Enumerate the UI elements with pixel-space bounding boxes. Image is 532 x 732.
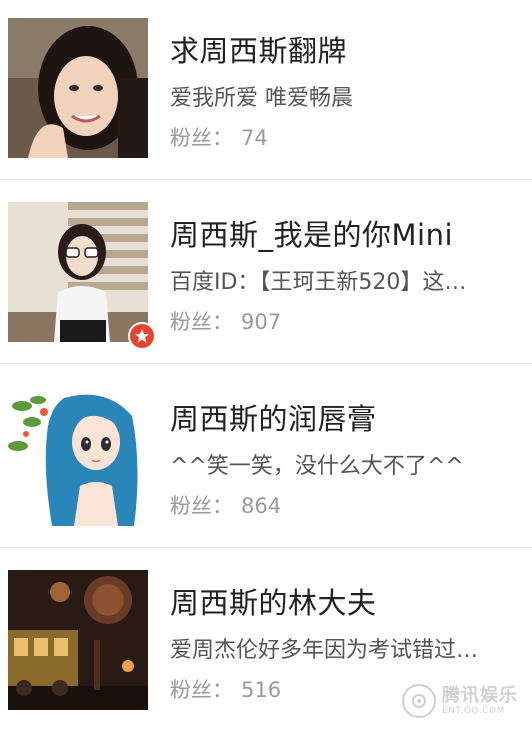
avatar[interactable] (8, 570, 148, 710)
fans-value: 516 (241, 678, 282, 702)
fans-count: 粉丝： 864 (170, 490, 281, 520)
avatar[interactable] (8, 386, 148, 526)
fans-separator: ： (212, 126, 233, 150)
verified-badge-icon (128, 322, 156, 350)
tencent-logo-icon (402, 684, 436, 718)
fans-label: 粉丝 (170, 310, 212, 334)
fans-count: 粉丝： 74 (170, 122, 268, 152)
fans-label: 粉丝 (170, 678, 212, 702)
result-name: 周西斯的林大夫 (170, 586, 377, 620)
watermark-text: 腾讯娱乐 (442, 684, 518, 706)
fans-count: 粉丝： 516 (170, 674, 281, 704)
fans-separator: ： (212, 494, 233, 518)
watermark: 腾讯娱乐 ENT.QQ.COM (402, 684, 518, 718)
fans-count: 粉丝： 907 (170, 306, 281, 336)
fans-value: 864 (241, 494, 282, 518)
result-description: 爱周杰伦好多年因为考试错过… (170, 638, 479, 663)
result-name: 周西斯_我是的你Mini (170, 218, 454, 252)
fans-separator: ： (212, 310, 233, 334)
portrait-smiling-woman-icon (8, 18, 148, 158)
fans-label: 粉丝 (170, 126, 212, 150)
result-name: 求周西斯翻牌 (170, 34, 348, 68)
list-item[interactable]: 求周西斯翻牌 爱我所爱 唯爱畅晨 粉丝： 74 (0, 0, 532, 180)
portrait-girl-sunglasses-icon (8, 202, 148, 342)
watermark-domain: ENT.QQ.COM (442, 705, 505, 716)
fans-separator: ： (212, 678, 233, 702)
anime-girl-blue-hair-icon (8, 386, 148, 526)
list-item[interactable]: 周西斯_我是的你Mini 百度ID：【王珂王新520】这… 粉丝： 907 (0, 180, 532, 364)
avatar[interactable] (8, 18, 148, 158)
steampunk-train-scene-icon (8, 570, 148, 710)
list-item[interactable]: 周西斯的润唇膏 ^^笑一笑，没什么大不了^^ 粉丝： 864 (0, 364, 532, 548)
fans-label: 粉丝 (170, 494, 212, 518)
search-result-list: 求周西斯翻牌 爱我所爱 唯爱畅晨 粉丝： 74 周西斯_我是的你Mini 百度I… (0, 0, 532, 732)
fans-value: 907 (241, 310, 282, 334)
avatar[interactable] (8, 202, 148, 342)
result-name: 周西斯的润唇膏 (170, 402, 377, 436)
result-description: 百度ID：【王珂王新520】这… (170, 270, 467, 295)
result-description: 爱我所爱 唯爱畅晨 (170, 86, 353, 111)
result-description: ^^笑一笑，没什么大不了^^ (170, 454, 464, 479)
fans-value: 74 (241, 126, 268, 150)
